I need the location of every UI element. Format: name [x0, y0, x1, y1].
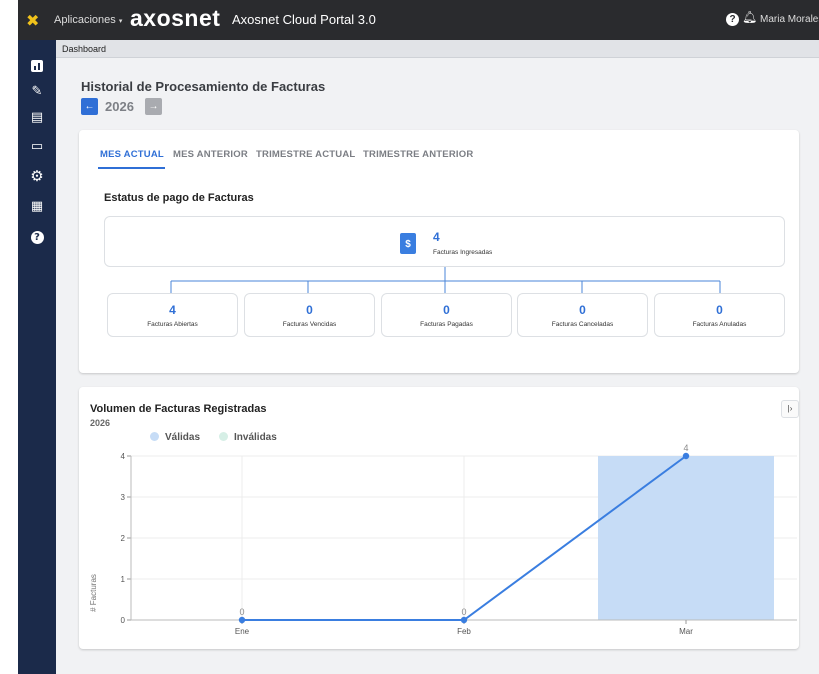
y-tick-label: 2 — [121, 534, 126, 543]
y-axis-label: # Facturas — [89, 574, 98, 612]
volume-chart: 0 1 2 3 4 Ene Feb Mar 0 0 4 # Facturas — [89, 443, 797, 636]
data-label: 0 — [239, 607, 244, 617]
bar-mar — [598, 456, 774, 620]
y-tick-label: 0 — [121, 616, 126, 625]
y-tick-label: 3 — [121, 493, 126, 502]
x-tick-label: Ene — [235, 627, 250, 636]
x-tick-label: Mar — [679, 627, 693, 636]
data-label: 4 — [683, 443, 688, 453]
data-label: 0 — [461, 607, 466, 617]
y-tick-label: 4 — [121, 452, 126, 461]
data-point-mar — [682, 452, 690, 460]
data-point-ene — [238, 616, 246, 624]
x-tick-label: Feb — [457, 627, 471, 636]
data-point-feb — [460, 616, 468, 624]
y-tick-label: 1 — [121, 575, 126, 584]
